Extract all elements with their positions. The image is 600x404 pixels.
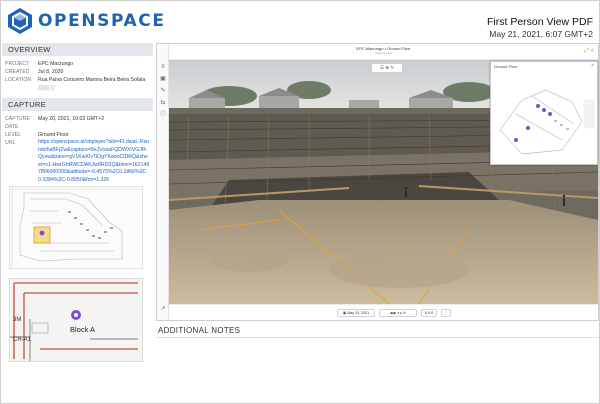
view-toolbar[interactable]: ☰ ⊕ ✎ xyxy=(371,63,403,73)
close-icon[interactable]: × xyxy=(591,63,594,69)
capture-date-select[interactable]: ▣ May 20, 2021 xyxy=(337,309,375,317)
capture-pin xyxy=(39,230,45,236)
overview-row-created: CREATED Jul 8, 2020 xyxy=(2,68,153,76)
capture-date-value: May 20, 2021, 10:03 GMT+2 xyxy=(38,116,105,122)
block-label: Block A xyxy=(70,325,96,334)
viewer-subtitle: Capture view xyxy=(374,51,393,55)
capture-time[interactable]: 10:03 xyxy=(421,309,437,317)
minimap-title: Ground Floor xyxy=(494,64,518,69)
compare-icon[interactable]: ⇆ xyxy=(160,100,166,106)
pdf-page: OPENSPACE First Person View PDF May 21, … xyxy=(0,0,600,404)
zoom-label-cr: CR-A1 xyxy=(13,337,32,343)
zoom-icon[interactable]: ⊕ xyxy=(385,65,389,70)
info-icon[interactable]: ⓘ xyxy=(160,112,166,118)
location-value: Rua Paiva Couceiro Marora Beira Beira So… xyxy=(38,77,146,91)
floorplan-thumbnail xyxy=(9,186,143,269)
capture-row-url: URL https://openspace.ai/ohplayer?site=F… xyxy=(2,139,153,185)
capture-url-link[interactable]: https://openspace.ai/ohplayer?site=FLdwa… xyxy=(38,139,153,185)
viewer-bottombar: ▣ May 20, 2021 ◀ ▶ ⏸ ▸ ⟳ 10:03 ⋮ xyxy=(169,304,598,320)
level-value: Ground Floor xyxy=(38,132,69,138)
project-value: EPC Macrungo xyxy=(38,61,74,67)
brand-name: OPENSPACE xyxy=(38,11,166,31)
zoom-label-3m: 3M xyxy=(13,317,22,323)
additional-notes-heading: ADDITIONAL NOTES xyxy=(156,323,599,338)
minimap-drawing xyxy=(499,89,595,155)
tag-icon[interactable]: ✎ xyxy=(390,65,394,70)
floorplan-zoom: 3M CR-A1 Block A xyxy=(9,278,143,362)
overview-heading: OVERVIEW xyxy=(2,43,153,56)
overview-row-location: LOCATION Rua Paiva Couceiro Marora Beira… xyxy=(2,76,153,92)
openspace-logo: OPENSPACE xyxy=(7,7,166,35)
capture-date-text: May 20, 2021 xyxy=(347,311,370,315)
field-label: CREATED xyxy=(5,69,30,75)
viewer-topbar: EPC Macrungo • Ground Floor Capture view… xyxy=(169,44,598,60)
fullscreen-icon[interactable]: ⤢ ⌕ xyxy=(584,48,594,55)
minimap-icon[interactable]: ▣ xyxy=(160,76,166,82)
floorplan-drawing xyxy=(10,187,142,268)
share-icon[interactable]: ↗ xyxy=(160,306,166,312)
created-value: Jul 8, 2020 xyxy=(38,69,64,75)
capture-heading: CAPTURE xyxy=(2,98,153,111)
document-title: First Person View PDF xyxy=(487,16,593,28)
more-icon[interactable]: ⋮ xyxy=(441,309,451,317)
field-label: CAPTURE DATE xyxy=(5,116,30,130)
viewer-sidebar: ≡ ▣ ✎ ⇆ ⓘ ↗ xyxy=(157,44,169,320)
list-icon[interactable]: ☰ xyxy=(380,65,384,70)
field-label: URL xyxy=(5,140,16,146)
field-label: LOCATION xyxy=(5,77,32,83)
floorplan-zoom-drawing xyxy=(10,279,142,361)
overview-row-project: PROJECT EPC Macrungo xyxy=(2,60,153,68)
field-label: PROJECT xyxy=(5,61,30,67)
document-date: May 21, 2021, 6:07 GMT+2 xyxy=(489,29,593,39)
playback-controls[interactable]: ◀ ▶ ⏸ ▸ ⟳ xyxy=(379,309,417,317)
hexagon-logo-icon xyxy=(8,8,32,34)
layers-icon[interactable]: ≡ xyxy=(160,64,166,70)
tools-icon[interactable]: ✎ xyxy=(160,88,166,94)
viewer-minimap[interactable]: Ground Floor × xyxy=(490,61,598,165)
capture-row-date: CAPTURE DATE May 20, 2021, 10:03 GMT+2 xyxy=(2,115,153,131)
field-label: LEVEL xyxy=(5,132,22,138)
capture-row-level: LEVEL Ground Floor xyxy=(2,131,153,139)
